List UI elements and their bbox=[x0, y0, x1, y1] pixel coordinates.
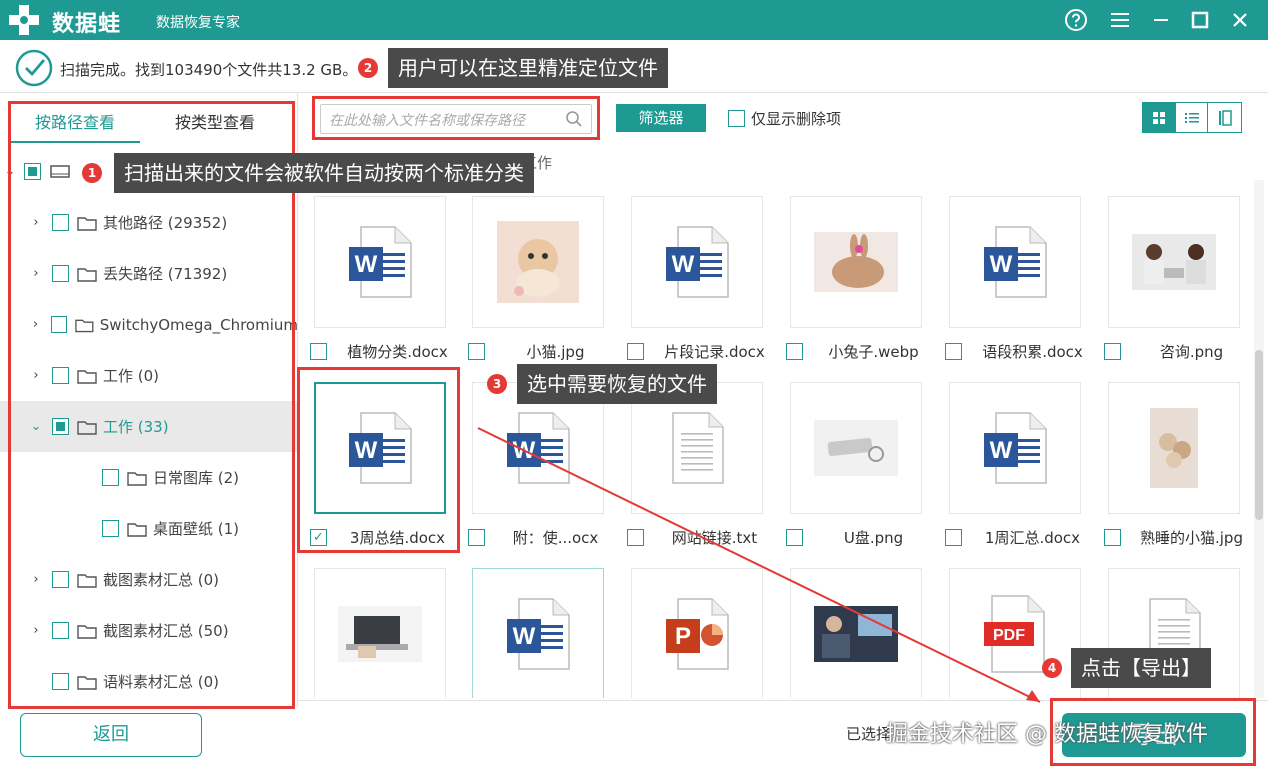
annotation-tip-1: 扫描出来的文件会被软件自动按两个标准分类 bbox=[114, 153, 534, 193]
annotation-tip-2: 用户可以在这里精准定位文件 bbox=[388, 48, 668, 88]
annotation-arrow bbox=[477, 427, 1041, 703]
annotation-badge-3: 3 bbox=[487, 374, 507, 394]
annotation-tip-4: 点击【导出】 bbox=[1071, 648, 1211, 688]
annotation-badge-1: 1 bbox=[82, 163, 102, 183]
annotation-badge-2: 2 bbox=[358, 58, 378, 78]
annotation-tip-3: 选中需要恢复的文件 bbox=[517, 364, 717, 404]
annotation-badge-4: 4 bbox=[1042, 658, 1062, 678]
